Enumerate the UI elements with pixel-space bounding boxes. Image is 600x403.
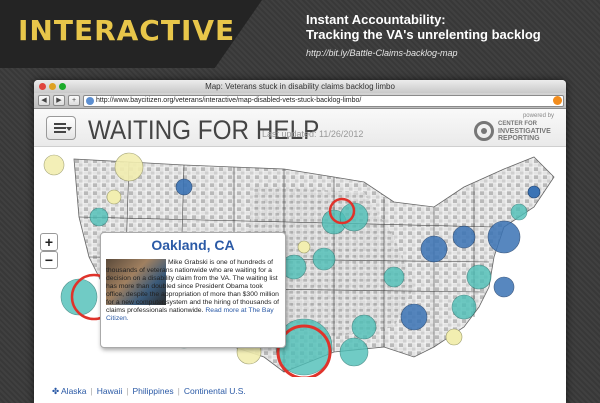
address-bar[interactable]: http://www.baycitizen.org/veterans/inter…: [83, 94, 564, 107]
cir-wordmark: CENTER FOR INVESTIGATIVE REPORTING: [498, 121, 551, 142]
banner-title: INTERACTIVE: [18, 14, 236, 47]
popup-city: Oakland, CA: [151, 237, 235, 253]
browser-toolbar: ◀ ▶ + http://www.baycitizen.org/veterans…: [34, 93, 566, 109]
zoom-in-button[interactable]: +: [40, 233, 58, 251]
back-arrow-icon[interactable]: ◀: [38, 95, 50, 106]
region-link-hawaii[interactable]: Hawaii: [97, 386, 123, 396]
cir-line1: CENTER FOR: [498, 121, 537, 127]
cir-line2: INVESTIGATIVE: [498, 128, 551, 135]
page-header: WAITING FOR HELP Last updated: 11/26/201…: [34, 109, 566, 147]
window-titlebar: Map: Veterans stuck in disability claims…: [34, 80, 566, 93]
banner-link[interactable]: http://bit.ly/Battle-Claims-backlog-map: [306, 48, 596, 58]
close-icon[interactable]: [39, 83, 46, 90]
globe-icon: [86, 96, 94, 105]
header-banner: INTERACTIVE Instant Accountability: Trac…: [0, 0, 600, 68]
banner-headline-line2: Tracking the VA's unrelenting backlog: [306, 27, 541, 42]
powered-by-label: powered by: [522, 113, 554, 119]
add-bookmark-icon[interactable]: +: [68, 95, 80, 106]
forward-arrow-icon[interactable]: ▶: [53, 95, 65, 106]
browser-window: Map: Veterans stuck in disability claims…: [34, 80, 566, 403]
window-title: Map: Veterans stuck in disability claims…: [205, 82, 395, 91]
zoom-out-button[interactable]: −: [40, 251, 58, 269]
cir-eye-icon: [474, 121, 494, 141]
cir-line3: REPORTING: [498, 135, 540, 142]
minimize-icon[interactable]: [49, 83, 56, 90]
region-link-philippines[interactable]: Philippines: [132, 386, 173, 396]
map-popup: Oakland, CA Mike Grabski is one of hundr…: [100, 232, 286, 348]
region-links: ✤ Alaska | Hawaii | Philippines | Continental …: [52, 386, 246, 396]
popup-body: Mike Grabski is one of hundreds of thous…: [106, 259, 282, 323]
region-link-label: Alaska: [61, 386, 87, 396]
address-bar-url: http://www.baycitizen.org/veterans/inter…: [96, 96, 362, 104]
banner-title-panel: INTERACTIVE: [0, 0, 262, 68]
menu-button[interactable]: [46, 116, 76, 140]
last-updated: Last updated: 11/26/2012: [262, 129, 364, 139]
banner-headline-line1: Instant Accountability:: [306, 12, 446, 27]
region-link-alaska[interactable]: ✤ Alaska: [52, 386, 87, 396]
window-controls: [39, 83, 66, 90]
cir-logo-link[interactable]: powered by CENTER FOR INVESTIGATIVE REPO…: [474, 113, 554, 143]
region-link-continental-us[interactable]: Continental U.S.: [184, 386, 246, 396]
popup-body-text: Mike Grabski is one of hundreds of thous…: [106, 259, 280, 314]
chevron-down-icon: [66, 127, 72, 131]
map-area[interactable]: + − Oakland, CA Mike Grabski is one of h…: [34, 147, 566, 377]
rss-icon[interactable]: [553, 96, 562, 105]
maximize-icon[interactable]: [59, 83, 66, 90]
banner-description: Instant Accountability: Tracking the VA'…: [306, 12, 596, 58]
hamburger-icon: [54, 131, 66, 133]
hamburger-icon: [54, 123, 66, 125]
hamburger-icon: [54, 127, 66, 129]
